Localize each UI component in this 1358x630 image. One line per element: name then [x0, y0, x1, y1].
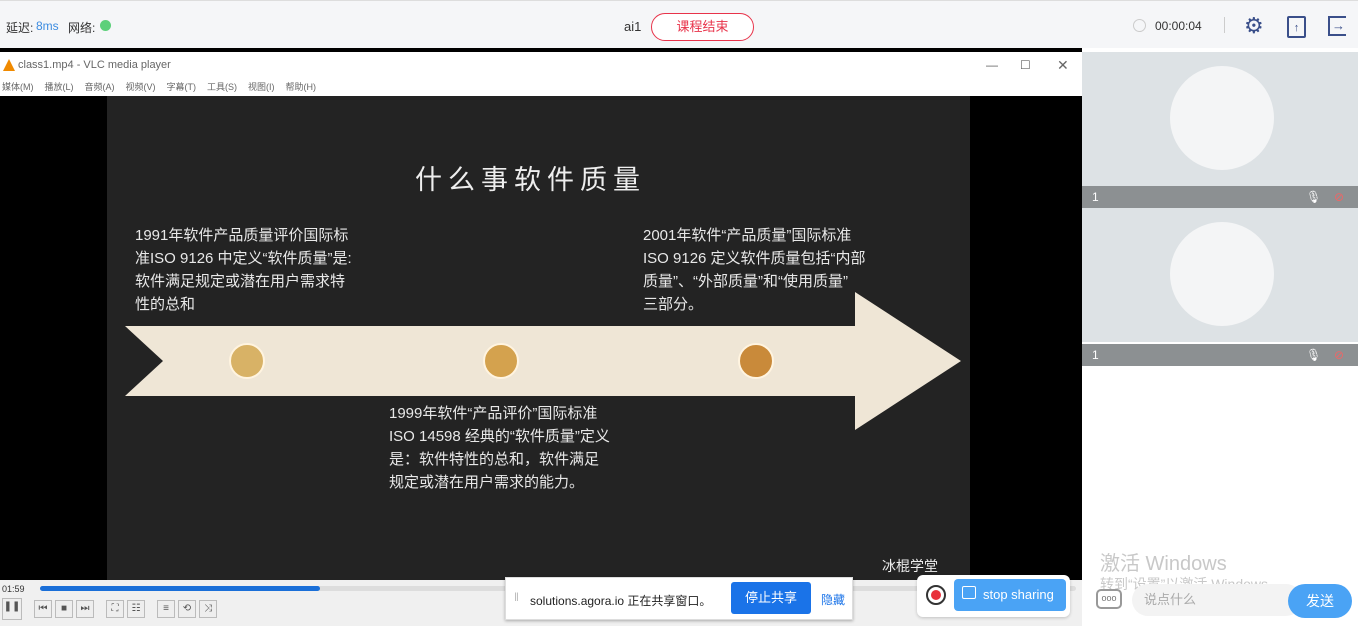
window-title: class1.mp4 - VLC media player	[18, 59, 171, 71]
screen-share-notice: ‖ solutions.agora.io 正在共享窗口。 停止共享 隐藏	[505, 577, 853, 620]
stop-sharing-widget: stop sharing	[917, 575, 1070, 617]
menu-help[interactable]: 帮助(H)	[286, 78, 317, 96]
menu-audio[interactable]: 音频(A)	[85, 78, 115, 96]
extended-settings-button[interactable]: ☷	[127, 600, 145, 618]
stop-sharing-button[interactable]: stop sharing	[954, 579, 1066, 611]
minimize-button[interactable]: —	[986, 52, 998, 78]
slide: 什么事软件质量 1991年软件产品质量评价国际标 准ISO 9126 中定义“软件…	[107, 96, 970, 580]
menu-playback[interactable]: 播放(L)	[45, 78, 74, 96]
timeline-dot-1991	[229, 343, 265, 379]
stop-sharing-label: stop sharing	[983, 587, 1054, 602]
participant-tile-student	[1082, 208, 1358, 342]
activation-title: 激活 Windows	[1100, 553, 1227, 575]
upload-document-icon[interactable]: ↑	[1287, 16, 1306, 38]
text-line: 规定或潜在用户需求的能力。	[389, 474, 585, 491]
fullscreen-button[interactable]: ⛶	[106, 600, 124, 618]
user-name: ai1	[624, 19, 642, 34]
divider	[1224, 17, 1225, 33]
screen-share-icon	[962, 586, 976, 599]
settings-gear-icon[interactable]: ⚙	[1244, 13, 1264, 39]
camera-off-icon[interactable]: ⊘	[1334, 344, 1344, 366]
record-icon[interactable]	[926, 585, 946, 605]
send-button[interactable]: 发送	[1288, 584, 1352, 618]
stop-button[interactable]: ■	[55, 600, 73, 618]
vlc-title-bar: class1.mp4 - VLC media player — ☐ ✕	[0, 52, 1082, 78]
shuffle-button[interactable]: ⤨	[199, 600, 217, 618]
pause-button[interactable]: ❚❚	[2, 598, 22, 620]
microphone-icon[interactable]: 🎙	[1306, 186, 1321, 208]
vlc-window: class1.mp4 - VLC media player — ☐ ✕ 媒体(M…	[0, 52, 1082, 626]
chat-placeholder: 说点什么	[1144, 592, 1197, 607]
loop-button[interactable]: ⟲	[178, 600, 196, 618]
end-class-button[interactable]: 课程结束	[651, 13, 754, 41]
vlc-menu-bar: 媒体(M) 播放(L) 音频(A) 视频(V) 字幕(T) 工具(S) 视图(I…	[0, 78, 316, 96]
teacher-avatar-icon	[1170, 66, 1274, 170]
previous-button[interactable]: ⏮	[34, 600, 52, 618]
chat-input[interactable]: 说点什么	[1132, 584, 1302, 616]
participant-bar: 1 🎙 ⊘	[1082, 344, 1358, 366]
exit-icon[interactable]: →	[1328, 16, 1346, 36]
emoji-chat-icon[interactable]: ooo	[1096, 589, 1122, 609]
timer: 00:00:04	[1155, 19, 1202, 33]
text-line: 2001年软件“产品质量”国际标准	[643, 227, 852, 244]
menu-subtitle[interactable]: 字幕(T)	[167, 78, 197, 96]
slide-title: 什么事软件质量	[415, 165, 646, 196]
text-line: 是：软件特性的总和，软件满足	[389, 451, 600, 468]
participant-name: 1	[1092, 190, 1099, 204]
student-avatar-icon	[1170, 222, 1274, 326]
text-line: 准ISO 9126 中定义“软件质量”是:	[135, 250, 352, 267]
menu-video[interactable]: 视频(V)	[126, 78, 156, 96]
next-button[interactable]: ⏭	[76, 600, 94, 618]
participant-name: 1	[1092, 348, 1099, 362]
microphone-icon[interactable]: 🎙	[1306, 344, 1321, 366]
network-label: 网络:	[68, 21, 96, 35]
latency-label: 延迟:	[6, 21, 34, 35]
network-signal-icon	[100, 20, 111, 31]
clock-icon	[1133, 19, 1146, 32]
playlist-button[interactable]: ≡	[157, 600, 175, 618]
drag-handle[interactable]: ‖	[514, 590, 519, 604]
seek-bar-fill	[40, 586, 320, 591]
menu-view[interactable]: 视图(I)	[248, 78, 275, 96]
text-line: 1991年软件产品质量评价国际标	[135, 227, 349, 244]
latency-value: 8ms	[36, 19, 59, 33]
participants-panel: 1 🎙 ⊘ 1 🎙 ⊘ 激活 Windows 转到“设置”以激活 Windows…	[1082, 52, 1358, 630]
text-line: 质量”、“外部质量”和“使用质量”	[643, 273, 848, 290]
maximize-button[interactable]: ☐	[1020, 52, 1031, 78]
participant-tile-teacher	[1082, 52, 1358, 186]
camera-off-icon[interactable]: ⊘	[1334, 186, 1344, 208]
top-bar: 延迟: 8ms 网络: ai1 课程结束 00:00:04 ⚙ ↑ →	[0, 0, 1358, 48]
timeline-arrow	[125, 292, 961, 430]
text-line: 软件满足规定或潜在用户需求特	[135, 273, 346, 290]
elapsed-time: 01:59	[2, 584, 25, 594]
vlc-cone-icon	[3, 59, 15, 71]
text-line: ISO 9126 定义软件质量包括“内部	[643, 250, 866, 267]
close-button[interactable]: ✕	[1057, 52, 1069, 78]
stop-share-button[interactable]: 停止共享	[731, 582, 811, 614]
menu-media[interactable]: 媒体(M)	[2, 78, 34, 96]
watermark-logo: 冰棍学堂	[882, 559, 938, 575]
participant-bar: 1 🎙 ⊘	[1082, 186, 1358, 208]
menu-tools[interactable]: 工具(S)	[207, 78, 237, 96]
hide-link[interactable]: 隐藏	[821, 591, 845, 608]
share-notice-text: solutions.agora.io 正在共享窗口。	[530, 594, 712, 608]
video-area: 什么事软件质量 1991年软件产品质量评价国际标 准ISO 9126 中定义“软件…	[0, 96, 1082, 580]
timeline-dot-1999	[483, 343, 519, 379]
timeline-dot-2001	[738, 343, 774, 379]
